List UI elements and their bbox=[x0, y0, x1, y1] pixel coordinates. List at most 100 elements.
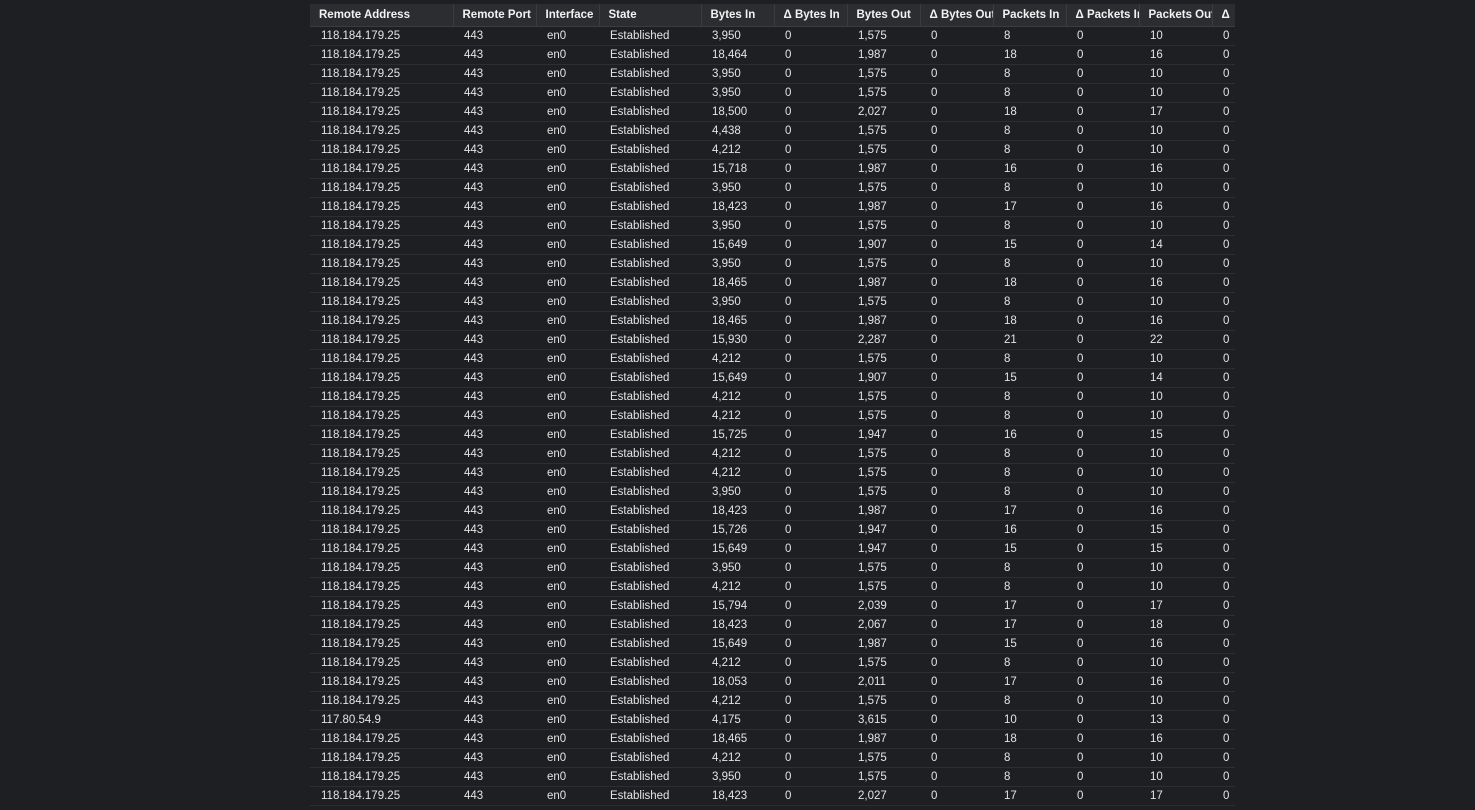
cell-remote-address: 118.184.179.25 bbox=[310, 786, 453, 806]
table-row[interactable]: 118.184.179.25 443 en0 Established 15,649 0 1,… bbox=[310, 368, 1235, 388]
cell-delta-bytes-out: 0 bbox=[920, 596, 993, 616]
cell-bytes-in: 3,950 bbox=[701, 767, 774, 787]
cell-packets-in: 8 bbox=[993, 482, 1066, 502]
table-row[interactable]: 118.184.179.25 443 en0 Established 15,649 0 1,… bbox=[310, 235, 1235, 255]
table-row[interactable]: 118.184.179.25 443 en0 Established 3,950 0 1,5… bbox=[310, 482, 1235, 502]
table-row[interactable]: 118.184.179.25 443 en0 Established 3,950 0 1,5… bbox=[310, 558, 1235, 578]
cell-packets-out: 16 bbox=[1139, 197, 1212, 217]
table-row[interactable]: 118.184.179.25 443 en0 Established 4,212 0 1,5… bbox=[310, 653, 1235, 673]
table-row[interactable]: 118.184.179.25 443 en0 Established 3,950 0 1,5… bbox=[310, 767, 1235, 787]
column-header-remote-address[interactable]: Remote Address bbox=[310, 4, 454, 27]
table-row[interactable]: 118.184.179.25 443 en0 Established 4,212 0 1,5… bbox=[310, 444, 1235, 464]
cell-delta-bytes-out: 0 bbox=[920, 140, 993, 160]
table-row[interactable]: 117.80.54.9 443 en0 Established 4,175 0 3,615 0… bbox=[310, 710, 1235, 730]
table-row[interactable]: 118.184.179.25 443 en0 Established 18,465 0 1,… bbox=[310, 729, 1235, 749]
table-row[interactable]: 118.184.179.25 443 en0 Established 4,212 0 1,5… bbox=[310, 349, 1235, 369]
cell-delta-bytes-in: 0 bbox=[774, 539, 847, 559]
cell-bytes-out: 1,987 bbox=[847, 159, 920, 179]
cell-delta-packets-in: 0 bbox=[1066, 121, 1139, 141]
table-row[interactable]: 118.184.179.25 443 en0 Established 3,950 0 1,5… bbox=[310, 83, 1235, 103]
cell-interface: en0 bbox=[536, 425, 599, 445]
table-row[interactable]: 118.184.179.25 443 en0 Established 18,465 0 1,… bbox=[310, 311, 1235, 331]
column-header-remote-port[interactable]: Remote Port bbox=[453, 4, 537, 27]
cell-delta-bytes-out: 0 bbox=[920, 634, 993, 654]
cell-packets-out: 10 bbox=[1139, 83, 1212, 103]
table-row[interactable]: 118.184.179.25 443 en0 Established 4,212 0 1,5… bbox=[310, 406, 1235, 426]
table-row[interactable]: 118.184.179.25 443 en0 Established 4,212 0 1,5… bbox=[310, 748, 1235, 768]
cell-packets-out: 15 bbox=[1139, 425, 1212, 445]
column-header-delta-bytes-in[interactable]: Δ Bytes In bbox=[774, 4, 848, 27]
cell-delta-packets-in: 0 bbox=[1066, 178, 1139, 198]
table-row[interactable]: 118.184.179.25 443 en0 Established 15,794 0 2,… bbox=[310, 596, 1235, 616]
column-header-delta-packets-out[interactable]: Δ bbox=[1212, 4, 1235, 27]
cell-state: Established bbox=[599, 178, 701, 198]
column-header-packets-in[interactable]: Packets In bbox=[993, 4, 1067, 27]
table-row[interactable]: 118.184.179.25 443 en0 Established 15,725 0 1,… bbox=[310, 425, 1235, 445]
cell-interface: en0 bbox=[536, 216, 599, 236]
cell-packets-in: 8 bbox=[993, 121, 1066, 141]
cell-remote-port: 443 bbox=[453, 83, 536, 103]
cell-delta-packets-in: 0 bbox=[1066, 387, 1139, 407]
table-row[interactable]: 118.184.179.25 443 en0 Established 4,212 0 1,5… bbox=[310, 691, 1235, 711]
cell-packets-in: 8 bbox=[993, 577, 1066, 597]
cell-state: Established bbox=[599, 349, 701, 369]
cell-delta-packets-out: 0 bbox=[1212, 653, 1235, 673]
cell-delta-packets-out: 0 bbox=[1212, 197, 1235, 217]
table-row[interactable]: 118.184.179.25 443 en0 Established 4,212 0 1,5… bbox=[310, 387, 1235, 407]
cell-remote-address: 118.184.179.25 bbox=[310, 387, 453, 407]
cell-delta-bytes-out: 0 bbox=[920, 463, 993, 483]
cell-delta-bytes-out: 0 bbox=[920, 615, 993, 635]
cell-interface: en0 bbox=[536, 349, 599, 369]
table-row[interactable]: 118.184.179.25 443 en0 Established 18,464 0 1,… bbox=[310, 45, 1235, 65]
table-row[interactable]: 118.184.179.25 443 en0 Established 4,212 0 1,5… bbox=[310, 463, 1235, 483]
table-row[interactable]: 118.184.179.25 443 en0 Established 4,212 0 1,5… bbox=[310, 577, 1235, 597]
table-row[interactable]: 118.184.179.25 443 en0 Established 18,500 0 2,… bbox=[310, 102, 1235, 122]
column-header-packets-out[interactable]: Packets Out bbox=[1139, 4, 1213, 27]
cell-delta-bytes-in: 0 bbox=[774, 330, 847, 350]
column-header-interface[interactable]: Interface bbox=[536, 4, 600, 27]
column-header-bytes-out[interactable]: Bytes Out bbox=[847, 4, 921, 27]
cell-delta-packets-in: 0 bbox=[1066, 463, 1139, 483]
cell-remote-address: 118.184.179.25 bbox=[310, 26, 453, 46]
table-row[interactable]: 118.184.179.25 443 en0 Established 15,726 0 1,… bbox=[310, 520, 1235, 540]
column-header-state[interactable]: State bbox=[599, 4, 702, 27]
cell-packets-out: 17 bbox=[1139, 596, 1212, 616]
table-row[interactable]: 118.184.179.25 443 en0 Established 3,950 0 1,5… bbox=[310, 216, 1235, 236]
table-row[interactable]: 118.184.179.25 443 en0 Established 15,649 0 1,… bbox=[310, 539, 1235, 559]
cell-packets-in: 18 bbox=[993, 729, 1066, 749]
table-row[interactable]: 118.184.179.25 443 en0 Established 3,950 0 1,5… bbox=[310, 254, 1235, 274]
table-row[interactable]: 118.184.179.25 443 en0 Established 3,950 0 1,5… bbox=[310, 292, 1235, 312]
table-row[interactable]: 118.184.179.25 443 en0 Established 3,950 0 1,5… bbox=[310, 178, 1235, 198]
table-row[interactable]: 118.184.179.25 443 en0 Established 18,423 0 1,… bbox=[310, 197, 1235, 217]
table-row[interactable]: 118.184.179.25 443 en0 Established 15,649 0 1,… bbox=[310, 634, 1235, 654]
table-row[interactable]: 118.184.179.25 443 en0 Established 18,423 0 2,… bbox=[310, 786, 1235, 806]
column-header-delta-bytes-out[interactable]: Δ Bytes Out bbox=[920, 4, 994, 27]
cell-delta-bytes-out: 0 bbox=[920, 672, 993, 692]
table-row[interactable]: 118.184.179.25 443 en0 Established 15,718 0 1,… bbox=[310, 159, 1235, 179]
cell-remote-port: 443 bbox=[453, 520, 536, 540]
table-row[interactable]: 118.184.179.25 443 en0 Established 18,423 0 1,… bbox=[310, 501, 1235, 521]
cell-packets-in: 10 bbox=[993, 710, 1066, 730]
cell-remote-address: 118.184.179.25 bbox=[310, 615, 453, 635]
cell-delta-bytes-in: 0 bbox=[774, 558, 847, 578]
cell-remote-port: 443 bbox=[453, 197, 536, 217]
cell-packets-out: 10 bbox=[1139, 387, 1212, 407]
table-row[interactable]: 118.184.179.25 443 en0 Established 15,930 0 2,… bbox=[310, 330, 1235, 350]
table-row[interactable]: 118.184.179.25 443 en0 Established 3,950 0 1,5… bbox=[310, 64, 1235, 84]
table-row[interactable]: 118.184.179.25 443 en0 Established 18,053 0 2,… bbox=[310, 672, 1235, 692]
table-row[interactable]: 118.184.179.25 443 en0 Established 4,212 0 1,5… bbox=[310, 140, 1235, 160]
table-row[interactable]: 118.184.179.25 443 en0 Established 3,950 0 1,5… bbox=[310, 26, 1235, 46]
cell-remote-port: 443 bbox=[453, 330, 536, 350]
cell-state: Established bbox=[599, 254, 701, 274]
table-body: 118.184.179.25 443 en0 Established 3,950 0 1,5… bbox=[310, 26, 1235, 806]
column-header-bytes-in[interactable]: Bytes In bbox=[701, 4, 775, 27]
column-header-delta-packets-in[interactable]: Δ Packets In bbox=[1066, 4, 1140, 27]
table-row[interactable]: 118.184.179.25 443 en0 Established 18,465 0 1,… bbox=[310, 273, 1235, 293]
cell-bytes-out: 1,575 bbox=[847, 121, 920, 141]
table-row[interactable]: 118.184.179.25 443 en0 Established 18,423 0 2,… bbox=[310, 615, 1235, 635]
table-row[interactable]: 118.184.179.25 443 en0 Established 4,438 0 1,5… bbox=[310, 121, 1235, 141]
cell-bytes-in: 15,718 bbox=[701, 159, 774, 179]
cell-bytes-out: 1,575 bbox=[847, 140, 920, 160]
cell-delta-bytes-in: 0 bbox=[774, 178, 847, 198]
cell-remote-port: 443 bbox=[453, 45, 536, 65]
